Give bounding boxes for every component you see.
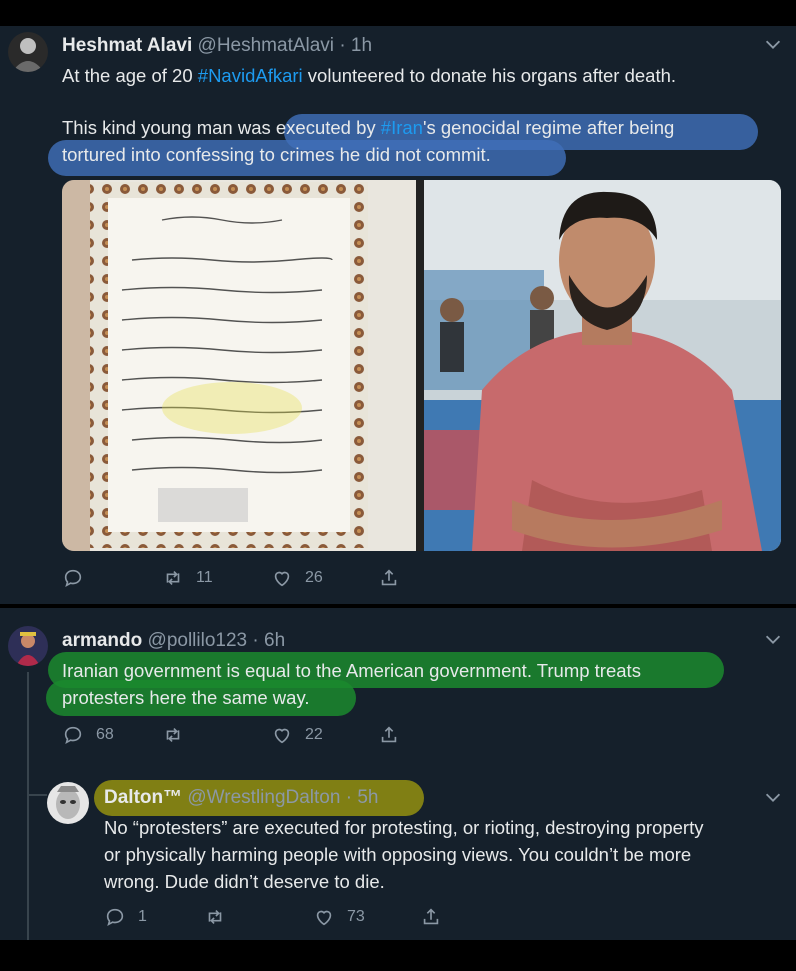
retweet-button[interactable]: 11: [162, 567, 213, 589]
tweet-actions: 1 73: [104, 906, 764, 932]
avatar[interactable]: [8, 626, 48, 666]
share-button[interactable]: [378, 567, 400, 589]
tweet-text-line: protesters here the same way.: [62, 687, 310, 708]
tweet-actions: 68 22: [62, 724, 762, 750]
reply-count: 68: [96, 726, 114, 743]
retweet-icon: [166, 727, 180, 743]
tweet-text-line: At the age of 20 #NavidAfkari volunteere…: [62, 65, 677, 86]
tweet-text-line: tortured into confessing to crimes he di…: [62, 144, 491, 165]
like-button[interactable]: 26: [271, 567, 323, 589]
retweet-icon: [208, 909, 222, 925]
tweet-text-line: or physically harming people with opposi…: [104, 844, 692, 865]
author-name[interactable]: Heshmat Alavi: [62, 35, 192, 56]
reply-count: 1: [138, 908, 147, 925]
retweet-button[interactable]: [204, 906, 238, 928]
timestamp[interactable]: · 1h: [339, 35, 372, 56]
retweet-button[interactable]: [162, 724, 196, 746]
avatar[interactable]: [47, 782, 89, 824]
heart-icon: [274, 728, 290, 744]
share-button[interactable]: [378, 724, 400, 746]
reply-icon: [64, 569, 82, 587]
author-handle[interactable]: @pollilo123: [148, 630, 248, 651]
tweet-actions: 11 26: [62, 567, 762, 593]
certificate-and-portrait-image: [62, 180, 781, 551]
reply-icon: [64, 726, 82, 744]
reply-button[interactable]: 68: [62, 724, 114, 746]
tweet-media[interactable]: [62, 180, 781, 551]
hashtag-link[interactable]: #NavidAfkari: [198, 65, 303, 86]
share-button[interactable]: [420, 906, 442, 928]
tweet-text-line: wrong. Dude didn’t deserve to die.: [104, 871, 385, 892]
like-count: 26: [305, 569, 323, 586]
tweet-text-line: Iranian government is equal to the Ameri…: [62, 660, 641, 681]
like-count: 73: [347, 908, 365, 925]
share-icon: [381, 569, 397, 586]
retweet-icon: [166, 570, 180, 586]
reply-icon: [106, 908, 124, 926]
thread-line: [27, 672, 29, 770]
avatar[interactable]: [8, 32, 48, 72]
retweet-count: 11: [196, 569, 213, 586]
reply-button[interactable]: [62, 567, 96, 589]
timestamp[interactable]: · 6h: [252, 630, 285, 651]
tweet-1[interactable]: Heshmat Alavi @HeshmatAlavi · 1h At the …: [0, 26, 796, 604]
chevron-down-icon[interactable]: [762, 786, 784, 808]
share-icon: [381, 726, 397, 743]
like-count: 22: [305, 726, 323, 743]
tweet-text-line: No “protesters” are executed for protest…: [104, 817, 704, 838]
author-name[interactable]: Dalton™: [104, 787, 182, 808]
chevron-down-icon[interactable]: [762, 628, 784, 650]
hashtag-link[interactable]: #Iran: [381, 117, 423, 138]
tweet-3[interactable]: Dalton™ @WrestlingDalton · 5h No “protes…: [0, 770, 796, 940]
chevron-down-icon[interactable]: [762, 33, 784, 55]
heart-icon: [316, 910, 332, 926]
tweet-text-line: This kind young man was executed by #Ira…: [62, 117, 675, 138]
timestamp[interactable]: · 5h: [346, 787, 379, 808]
share-icon: [423, 908, 439, 925]
author-handle[interactable]: @WrestlingDalton: [187, 787, 340, 808]
author-handle[interactable]: @HeshmatAlavi: [198, 35, 335, 56]
author-name[interactable]: armando: [62, 630, 142, 651]
heart-icon: [274, 571, 290, 587]
tweet-2[interactable]: armando @pollilo123 · 6h Iranian governm…: [0, 608, 796, 770]
like-button[interactable]: 22: [271, 724, 323, 746]
like-button[interactable]: 73: [313, 906, 365, 928]
reply-button[interactable]: 1: [104, 906, 147, 928]
